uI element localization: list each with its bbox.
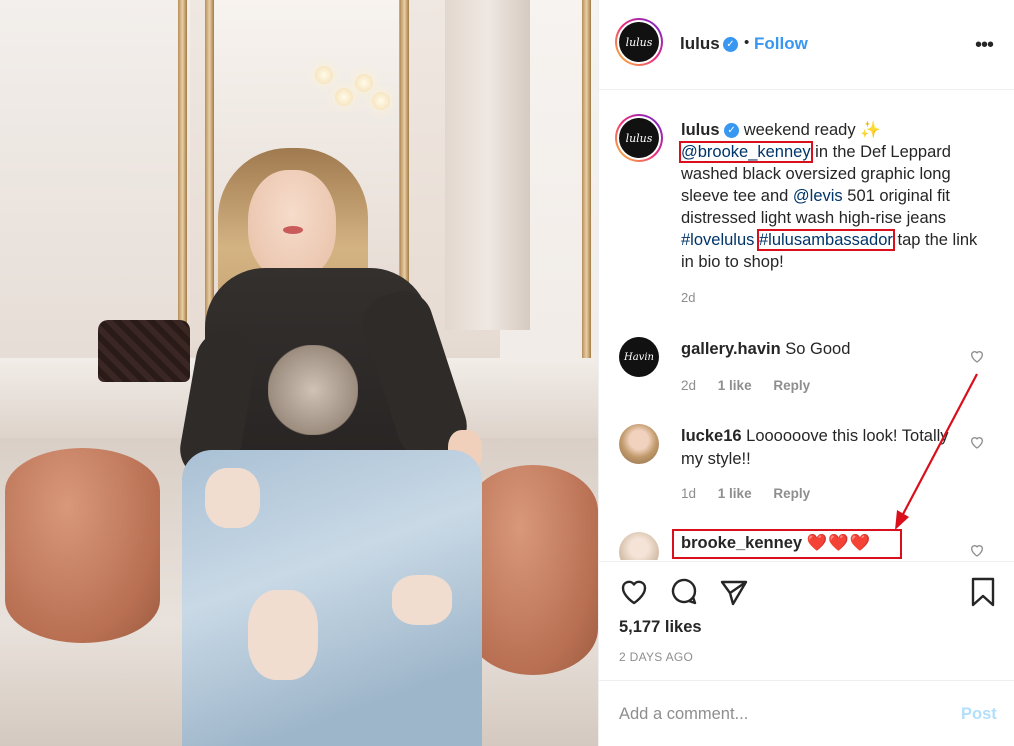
verified-badge-icon: ✓ [723,37,738,52]
photo-stool [468,465,598,675]
photo-brass-pole [582,0,591,400]
photo-lips [283,226,303,234]
comment-time[interactable]: 2d [681,378,696,393]
comment-bubble-icon[interactable] [668,576,700,608]
post-caption: lulus ✓ weekend ready ✨ @brooke_kenney i… [679,119,981,273]
caption-username[interactable]: lulus [681,121,720,139]
reply-button[interactable]: Reply [773,378,810,393]
caption-text: weekend ready ✨ [743,121,881,139]
post-side-panel: lulus lulus ✓ • Follow ••• lulus lulus ✓… [598,0,1014,746]
comment-username[interactable]: lucke16 [681,427,742,445]
comment-meta: 2d 1 like Reply [681,378,828,393]
commenter-avatar[interactable] [619,424,659,464]
photo-stool [5,448,160,643]
commenter-avatar[interactable] [619,532,659,560]
likes-count[interactable]: 5,177 likes [619,618,702,637]
comment-time[interactable]: 1d [681,486,696,501]
photo-face [248,170,336,280]
author-avatar[interactable]: lulus [615,18,663,66]
photo-pillar [445,0,530,330]
caption-timestamp[interactable]: 2d [681,290,695,305]
comment-body: gallery.havin So Good [681,338,961,361]
more-options-icon[interactable]: ••• [975,34,994,57]
post-timestamp[interactable]: 2 DAYS AGO [619,650,693,664]
post-photo[interactable] [0,0,598,746]
comment-like-heart-icon[interactable] [969,542,985,558]
commenter-avatar[interactable]: Havin [619,337,659,377]
post-comment-button[interactable]: Post [961,705,997,724]
author-username[interactable]: lulus [680,34,720,54]
comment-username[interactable]: gallery.havin [681,340,781,358]
reply-button[interactable]: Reply [773,486,810,501]
mention-levis[interactable]: @levis [793,187,843,205]
post-header: lulus lulus ✓ • Follow ••• [599,0,1014,90]
photo-jeans-rip [392,575,452,625]
comment-text: So Good [785,340,851,358]
comment-like-heart-icon[interactable] [969,348,985,364]
photo-handbag [98,320,190,382]
annotation-arrow-icon [895,373,978,530]
add-comment-bar: Post [599,680,1014,746]
comment-like-count[interactable]: 1 like [718,378,752,393]
follow-button[interactable]: Follow [754,34,808,54]
photo-light [315,66,333,84]
share-paper-plane-icon[interactable] [718,576,750,608]
annotation-box [672,529,902,559]
save-bookmark-icon[interactable] [967,576,999,608]
comment-meta: 1d 1 like Reply [681,486,828,501]
photo-jeans-rip [205,468,260,528]
avatar-logo-text: lulus [619,22,659,62]
add-comment-input[interactable] [619,699,939,729]
avatar-logo-text: Havin [624,351,654,363]
hashtag-lulusambassador[interactable]: #lulusambassador [756,229,895,251]
photo-light [355,74,373,92]
photo-light [372,92,390,110]
photo-jeans-rip [248,590,318,680]
mention-brooke-kenney[interactable]: @brooke_kenney [679,141,813,163]
photo-shirt-print [268,345,358,435]
avatar-logo-text: lulus [619,118,659,158]
photo-light [335,88,353,106]
verified-badge-icon: ✓ [724,123,740,139]
caption-avatar[interactable]: lulus [615,114,663,162]
like-heart-icon[interactable] [618,576,650,608]
comment-like-count[interactable]: 1 like [718,486,752,501]
hashtag-lovelulus[interactable]: #lovelulus [681,231,754,249]
separator-dot: • [744,34,750,51]
